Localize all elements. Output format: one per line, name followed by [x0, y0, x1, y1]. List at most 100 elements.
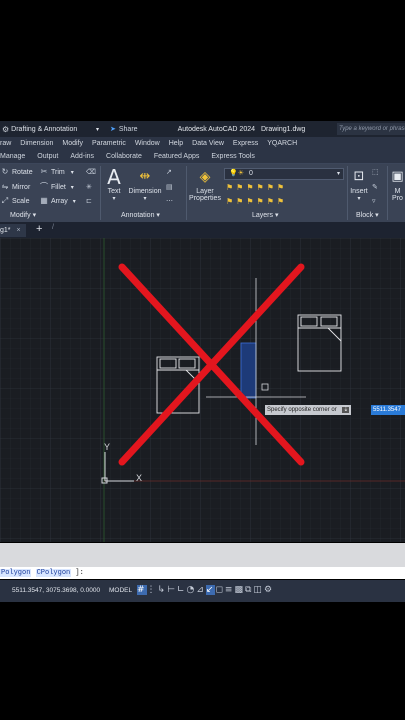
- insert-button[interactable]: ⊡ Insert ▾: [348, 166, 370, 202]
- panel-title-block[interactable]: Block ▾: [356, 211, 379, 219]
- chevron-down-icon: ▾: [70, 169, 74, 176]
- dimension-label: Dimension: [128, 188, 162, 195]
- dynamic-input-prompt: Specify opposite corner or ⇣: [265, 405, 352, 415]
- grid-major: [0, 238, 405, 542]
- document-tabs: g1* × + /: [0, 222, 405, 238]
- fillet-button[interactable]: ⌒ Fillet ▾: [40, 183, 74, 191]
- table-icon[interactable]: ▤: [166, 183, 173, 191]
- panel-divider: [186, 166, 187, 220]
- rotate-label: Rotate: [12, 168, 33, 176]
- chevron-down-icon: ▾: [357, 196, 361, 202]
- tab-output[interactable]: Output: [37, 153, 58, 160]
- new-tab-button[interactable]: +: [36, 223, 42, 235]
- command-line[interactable]: Polygon CPolygon ]:: [0, 567, 405, 579]
- rotate-button[interactable]: ↻ Rotate: [1, 168, 33, 176]
- polar-icon[interactable]: ◔: [186, 585, 196, 595]
- menu-item-modify[interactable]: Modify: [62, 140, 83, 147]
- block-attribute-icon[interactable]: ▿: [372, 197, 376, 205]
- object-snap-icon[interactable]: ↙: [205, 585, 216, 595]
- model-space-toggle[interactable]: MODEL: [109, 587, 132, 594]
- window-title: Autodesk AutoCAD 2024 Drawing1.dwg: [178, 126, 306, 133]
- mirror-label: Mirror: [12, 183, 31, 191]
- tab-add-ins[interactable]: Add-ins: [70, 153, 94, 160]
- dimension-button[interactable]: ⇹ Dimension ▾: [127, 166, 163, 202]
- grid-toggle-icon[interactable]: #: [137, 585, 147, 595]
- menu-item-help[interactable]: Help: [169, 140, 183, 147]
- trim-button[interactable]: ✂ Trim ▾: [40, 168, 74, 176]
- menu-item-express[interactable]: Express: [233, 140, 258, 147]
- layer-tools-row-2-icon[interactable]: ⚑⚑⚑⚑⚑⚑: [226, 197, 287, 206]
- menu-item-data-view[interactable]: Data View: [192, 140, 224, 147]
- options-arrow-icon[interactable]: ⇣: [342, 407, 350, 413]
- tab-manage[interactable]: Manage: [0, 153, 25, 160]
- text-label: Text: [107, 188, 121, 195]
- create-block-icon[interactable]: ⬚: [372, 168, 379, 176]
- modify-title-label: Modify: [10, 212, 31, 219]
- layer-tools-row-1-icon[interactable]: ⚑⚑⚑⚑⚑⚑: [226, 183, 287, 192]
- match-properties-button[interactable]: ▣ M Pro: [390, 166, 405, 202]
- layer-properties-label-2: Properties: [189, 195, 221, 202]
- app-name: Autodesk AutoCAD 2024: [177, 125, 256, 133]
- ribbon-tabs: Manage Output Add-ins Collaborate Featur…: [0, 150, 405, 164]
- autocad-screen: ⚙ Drafting & Annotation ▾ ➤ Share Autode…: [0, 0, 405, 720]
- panel-title-modify[interactable]: Modify ▾: [10, 211, 36, 219]
- menu-item-dimension[interactable]: Dimension: [20, 140, 53, 147]
- array-label: Array: [51, 197, 68, 205]
- tab-collaborate[interactable]: Collaborate: [106, 153, 142, 160]
- dynamic-input-icon[interactable]: ⊢: [167, 585, 177, 595]
- offset-icon[interactable]: ⊏: [86, 197, 92, 205]
- insert-label: Insert: [350, 188, 368, 195]
- status-bar: 5511.3547, 3075.3698, 0.0000 MODEL #⋮↳⊢∟…: [0, 580, 405, 602]
- tracking-icon[interactable]: ◻: [215, 585, 224, 595]
- workspace-switcher[interactable]: ⚙ Drafting & Annotation ▾: [0, 125, 102, 134]
- search-input[interactable]: Type a keyword or phrase: [337, 123, 405, 135]
- multileader-icon[interactable]: ↗: [166, 168, 172, 176]
- status-toggle-icons[interactable]: #⋮↳⊢∟◔⊿↙◻≡▩⧉◫⚙: [137, 585, 274, 595]
- erase-icon[interactable]: ⌫: [86, 168, 96, 176]
- explode-icon[interactable]: ✳: [86, 183, 92, 191]
- menu-item-draw[interactable]: raw: [0, 140, 11, 147]
- annotation-more-icon[interactable]: ⋯: [166, 197, 173, 205]
- block-title-label: Block: [356, 212, 374, 219]
- dynamic-input-field[interactable]: 5511.3547: [371, 405, 405, 415]
- tab-express-tools[interactable]: Express Tools: [211, 153, 254, 160]
- layer-properties-button[interactable]: ◈ Layer Properties: [188, 166, 222, 202]
- lightbulb-icon: 💡☀: [229, 170, 244, 177]
- menu-item-parametric[interactable]: Parametric: [92, 140, 126, 147]
- layer-stack-icon: ◈: [199, 169, 211, 185]
- panel-divider: [387, 166, 388, 220]
- edit-block-icon[interactable]: ✎: [372, 183, 378, 191]
- mirror-button[interactable]: ⇋ Mirror: [1, 183, 31, 191]
- workspace-icon[interactable]: ⚙: [264, 585, 274, 595]
- chevron-down-icon: ▾: [70, 184, 74, 191]
- layer-dropdown[interactable]: 💡☀ 0 ▾: [224, 168, 344, 180]
- text-icon: A: [107, 165, 121, 189]
- close-icon[interactable]: ×: [16, 227, 20, 234]
- chevron-down-icon: ▾: [336, 171, 340, 177]
- transparency-icon[interactable]: ▩: [234, 585, 245, 595]
- share-button[interactable]: ➤ Share: [110, 125, 138, 134]
- menu-bar: raw Dimension Modify Parametric Window H…: [0, 137, 405, 150]
- menu-item-yqarch[interactable]: YQARCH: [267, 140, 297, 147]
- coordinate-readout[interactable]: 5511.3547, 3075.3698, 0.0000: [12, 587, 100, 594]
- isodraft-icon[interactable]: ⊿: [196, 585, 206, 595]
- scale-button[interactable]: ⤢ Scale: [1, 197, 30, 205]
- canvas-graphics: Y X: [0, 238, 405, 542]
- text-button[interactable]: A Text ▾: [104, 166, 124, 202]
- array-icon: ▦: [40, 196, 48, 205]
- layers-title-label: Layers: [252, 212, 274, 219]
- panel-title-layers[interactable]: Layers ▾: [252, 211, 278, 219]
- array-button[interactable]: ▦ Array ▾: [40, 197, 76, 205]
- command-option-cpolygon[interactable]: CPolygon: [35, 569, 72, 577]
- annotation-scale-icon[interactable]: ◫: [253, 585, 264, 595]
- cut-m-label: M: [394, 188, 401, 195]
- chevron-down-icon: ▾: [72, 198, 76, 205]
- tab-drawing1[interactable]: g1* ×: [0, 224, 26, 237]
- infer-icon[interactable]: ↳: [158, 585, 168, 595]
- command-option-polygon[interactable]: Polygon: [0, 569, 32, 577]
- snap-icon[interactable]: ⋮: [147, 585, 158, 595]
- menu-item-window[interactable]: Window: [135, 140, 160, 147]
- tab-featured-apps[interactable]: Featured Apps: [154, 153, 200, 160]
- panel-title-annotation[interactable]: Annotation ▾: [121, 211, 160, 219]
- drawing-canvas[interactable]: Y X Specify opposite corner or ⇣ 5511.35…: [0, 238, 405, 542]
